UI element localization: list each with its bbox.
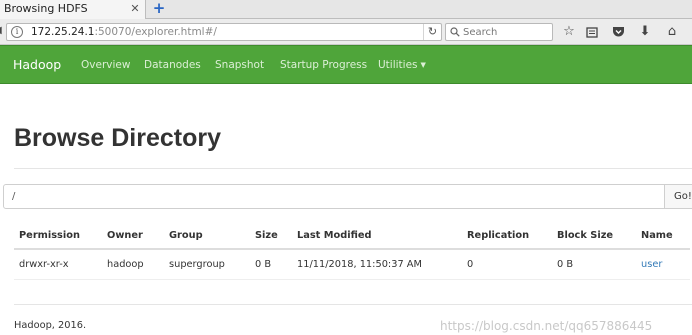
divider <box>14 168 692 169</box>
cell-owner: hadoop <box>102 249 164 280</box>
nav-item-snapshot[interactable]: Snapshot <box>215 46 264 84</box>
column-header-permission[interactable]: Permission <box>14 223 102 250</box>
cell-size: 0 B <box>250 249 292 280</box>
cell-permission: drwxr-xr-x <box>14 249 102 280</box>
browser-tab[interactable]: Browsing HDFS ✕ <box>0 0 146 19</box>
divider <box>14 304 692 305</box>
table-row: drwxr-xr-x hadoop supergroup 0 B 11/11/2… <box>14 249 690 280</box>
page-title: Browse Directory <box>14 124 222 152</box>
info-icon[interactable]: i <box>11 26 23 38</box>
star-icon[interactable]: ☆ <box>561 24 577 40</box>
cell-replication: 0 <box>462 249 552 280</box>
download-icon[interactable]: ⬇ <box>637 24 653 40</box>
nav-item-utilities[interactable]: Utilities ▼ <box>378 46 426 84</box>
file-table: Permission Owner Group Size Last Modifie… <box>14 223 690 280</box>
column-header-group[interactable]: Group <box>164 223 250 250</box>
hadoop-navbar: Hadoop Overview Datanodes Snapshot Start… <box>0 45 692 84</box>
tab-title: Browsing HDFS <box>4 2 88 15</box>
navbar-brand[interactable]: Hadoop <box>13 46 61 84</box>
footer-text: Hadoop, 2016. <box>14 320 87 331</box>
url-host: 172.25.24.1 <box>31 26 95 38</box>
reload-icon[interactable]: ↻ <box>423 24 441 40</box>
plus-icon[interactable]: + <box>150 0 168 19</box>
cell-last-modified: 11/11/2018, 11:50:37 AM <box>292 249 462 280</box>
table-header-row: Permission Owner Group Size Last Modifie… <box>14 223 690 250</box>
directory-path-input[interactable] <box>3 184 665 209</box>
nav-item-utilities-label: Utilities <box>378 59 418 71</box>
column-header-size[interactable]: Size <box>250 223 292 250</box>
watermark: https://blog.csdn.net/qq657886445 <box>440 319 653 333</box>
nav-item-startup-progress[interactable]: Startup Progress <box>280 46 367 84</box>
column-header-block-size[interactable]: Block Size <box>552 223 636 250</box>
browser-toolbar: ◀ i 172.25.24.1:50070/explorer.html#/ ↻ … <box>0 19 692 45</box>
cell-group: supergroup <box>164 249 250 280</box>
url-path: :50070/explorer.html#/ <box>94 26 217 38</box>
url-bar[interactable]: i 172.25.24.1:50070/explorer.html#/ ↻ <box>6 23 442 41</box>
close-icon[interactable]: ✕ <box>128 1 142 17</box>
go-button[interactable]: Go! <box>664 184 692 209</box>
column-header-replication[interactable]: Replication <box>462 223 552 250</box>
tab-strip: Browsing HDFS ✕ + <box>0 0 692 19</box>
search-box[interactable] <box>445 23 553 41</box>
column-header-owner[interactable]: Owner <box>102 223 164 250</box>
cell-block-size: 0 B <box>552 249 636 280</box>
column-header-last-modified[interactable]: Last Modified <box>292 223 462 250</box>
cell-name-link[interactable]: user <box>636 249 690 280</box>
caret-down-icon: ▼ <box>420 61 426 69</box>
pocket-icon[interactable] <box>610 24 626 40</box>
nav-item-datanodes[interactable]: Datanodes <box>144 46 201 84</box>
search-icon <box>450 27 460 37</box>
nav-item-overview[interactable]: Overview <box>81 46 130 84</box>
column-header-name[interactable]: Name <box>636 223 690 250</box>
reading-list-icon[interactable] <box>584 24 600 40</box>
home-icon[interactable]: ⌂ <box>664 24 680 40</box>
url-text[interactable]: 172.25.24.1:50070/explorer.html#/ <box>31 24 217 40</box>
search-input[interactable] <box>463 24 551 40</box>
